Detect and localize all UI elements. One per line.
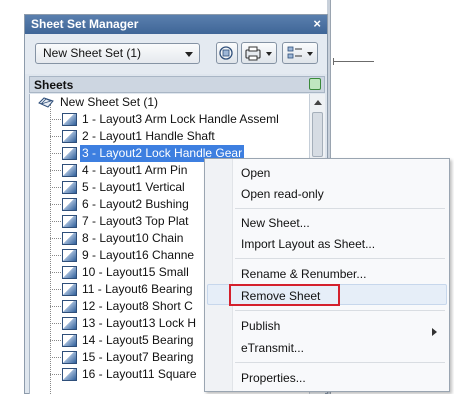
palette-titlebar[interactable]: Sheet Set Manager × [25, 15, 327, 34]
tree-connector [50, 170, 61, 171]
sheet-label: 1 - Layout3 Arm Lock Handle Asseml [82, 112, 279, 126]
tree-connector [50, 204, 61, 205]
sheet-label: 2 - Layout1 Handle Shaft [82, 129, 215, 143]
sheet-label: 9 - Layout16 Channe [82, 248, 195, 262]
sheet-icon [62, 215, 77, 228]
sheet-label: 10 - Layout15 Small [82, 265, 189, 279]
tree-root[interactable]: New Sheet Set (1) [30, 94, 309, 111]
sheet-icon [62, 113, 77, 126]
sheet-set-dropdown-value: New Sheet Set (1) [43, 46, 142, 60]
tree-connector [50, 136, 61, 137]
remove-sheet-callout [229, 284, 340, 306]
palette-title: Sheet Set Manager [31, 17, 139, 31]
menu-separator [235, 362, 445, 363]
tree-connector [50, 221, 61, 222]
sheet-label: 5 - Layout1 Vertical [82, 180, 185, 194]
views-list-icon [287, 46, 302, 59]
tree-connector [50, 374, 61, 375]
sheet-set-dropdown[interactable]: New Sheet Set (1) [35, 43, 200, 64]
sheet-icon [62, 198, 77, 211]
sheet-icon [62, 164, 77, 177]
menu-item-new-sheet[interactable]: New Sheet... [241, 214, 310, 232]
sheet-label: 11 - Layout6 Bearing [82, 282, 193, 296]
sheet-icon [62, 334, 77, 347]
sheet-label: 7 - Layout3 Top Plat [82, 214, 189, 228]
menu-item-etransmit[interactable]: eTransmit... [241, 339, 304, 357]
tree-connector [50, 255, 61, 256]
sheet-icon [62, 351, 77, 364]
menu-item-properties[interactable]: Properties... [241, 369, 306, 387]
tree-row[interactable]: 2 - Layout1 Handle Shaft [30, 128, 309, 145]
sheet-icon [62, 266, 77, 279]
tree-connector [50, 272, 61, 273]
sheet-icon [62, 232, 77, 245]
scroll-up-icon[interactable] [314, 100, 322, 105]
sheet-label: 15 - Layout7 Bearing [82, 350, 194, 364]
sheets-section-label: Sheets [34, 78, 74, 92]
submenu-arrow-icon [432, 328, 437, 336]
chevron-down-icon [266, 52, 272, 56]
sheet-set-icon [38, 97, 54, 108]
sheet-label: 13 - Layout13 Lock H [82, 316, 197, 330]
menu-separator [235, 208, 445, 209]
context-menu: Open Open read-only New Sheet... Import … [204, 158, 450, 392]
menu-separator [235, 310, 445, 311]
refresh-icon[interactable] [309, 78, 321, 90]
tree-connector [50, 289, 61, 290]
tree-root-label: New Sheet Set (1) [60, 95, 159, 109]
sheet-label: 12 - Layout8 Short C [82, 299, 193, 313]
menu-item-publish[interactable]: Publish [241, 317, 280, 335]
drawing-line [334, 61, 374, 62]
tree-connector [50, 323, 61, 324]
sheet-icon [62, 368, 77, 381]
sheet-icon [62, 317, 77, 330]
tree-connector [50, 340, 61, 341]
menu-item-open[interactable]: Open [241, 164, 270, 182]
menu-separator [235, 258, 445, 259]
menu-item-import-layout[interactable]: Import Layout as Sheet... [241, 235, 375, 253]
sheet-label: 14 - Layout5 Bearing [82, 333, 194, 347]
sheet-icon [62, 130, 77, 143]
publish-button[interactable] [241, 42, 277, 64]
scroll-thumb[interactable] [312, 112, 323, 157]
views-list-button[interactable] [282, 42, 318, 64]
sheet-view-icon [219, 46, 233, 60]
tree-connector [50, 306, 61, 307]
tree-connector [50, 119, 61, 120]
close-icon[interactable]: × [313, 16, 321, 31]
sheet-label: 6 - Layout2 Bushing [82, 197, 189, 211]
sheets-section-header: Sheets [29, 76, 325, 93]
sheet-icon [62, 249, 77, 262]
sheet-view-button[interactable] [216, 42, 238, 64]
menu-item-rename-renumber[interactable]: Rename & Renumber... [241, 265, 366, 283]
sheet-icon [62, 181, 77, 194]
sheet-icon [62, 283, 77, 296]
sheet-label: 16 - Layout11 Square [82, 367, 197, 381]
palette-toolbar: New Sheet Set (1) [25, 34, 327, 74]
sheet-icon [62, 300, 77, 313]
tree-connector [50, 238, 61, 239]
menu-gutter [205, 159, 233, 391]
sheet-label: 8 - Layout10 Chain [82, 231, 184, 245]
tree-connector [50, 153, 61, 154]
sheet-icon [62, 147, 77, 160]
publish-icon [245, 46, 261, 61]
tree-connector [50, 357, 61, 358]
sheet-label: 4 - Layout1 Arm Pin [82, 163, 188, 177]
tree-row[interactable]: 1 - Layout3 Arm Lock Handle Asseml [30, 111, 309, 128]
tree-connector [50, 187, 61, 188]
menu-item-open-read-only[interactable]: Open read-only [241, 185, 324, 203]
chevron-down-icon [185, 52, 193, 57]
chevron-down-icon [307, 52, 313, 56]
